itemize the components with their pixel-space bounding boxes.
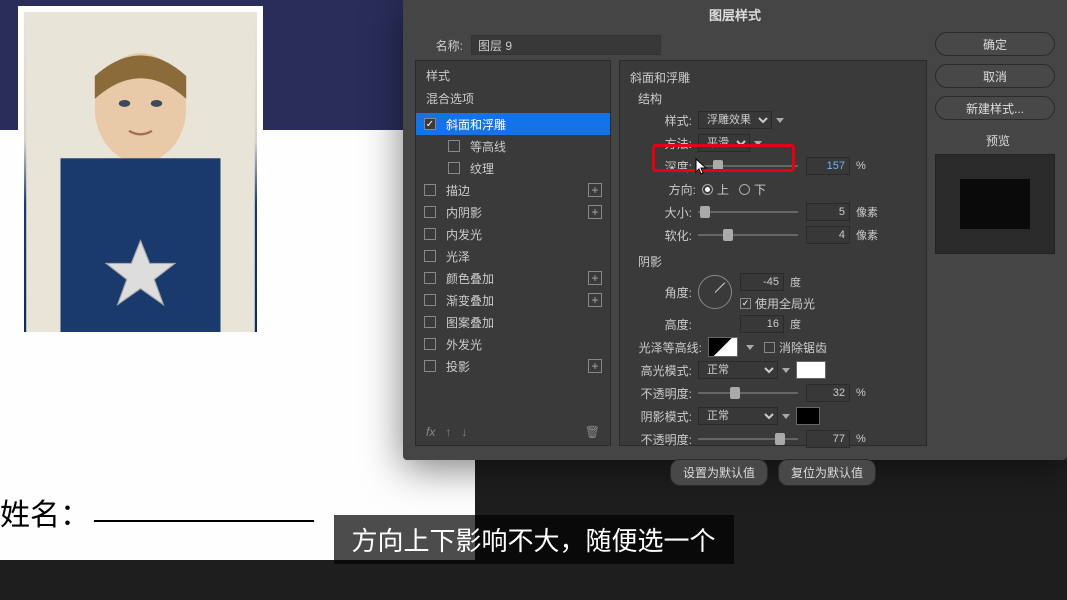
style-row: 样式:浮雕效果 <box>630 110 916 130</box>
dialog-buttons: 确定 取消 新建样式... 预览 <box>935 32 1055 149</box>
structure-title: 结构 <box>638 90 916 107</box>
highlight-opacity-row: 不透明度:% <box>630 383 916 403</box>
new-style-button[interactable]: 新建样式... <box>935 96 1055 120</box>
checkbox-icon[interactable] <box>424 338 436 350</box>
technique-row: 方法:平滑 <box>630 133 916 153</box>
chevron-down-icon <box>782 414 790 419</box>
plus-icon[interactable]: + <box>588 293 602 307</box>
arrow-down-icon[interactable]: ↓ <box>461 425 467 439</box>
direction-up-radio[interactable]: 上 <box>702 181 729 198</box>
angle-dial[interactable] <box>698 275 732 309</box>
photo-frame <box>18 6 263 338</box>
highlight-color-swatch[interactable] <box>796 361 826 379</box>
shading-title: 阴影 <box>638 253 916 270</box>
altitude-row: 高度:度 <box>630 314 916 334</box>
arrow-up-icon[interactable]: ↑ <box>445 425 451 439</box>
chevron-down-icon <box>782 368 790 373</box>
styles-list-panel: 样式 混合选项 斜面和浮雕 等高线 纹理 描边+ 内阴影+ 内发光 光泽 颜色叠… <box>415 60 611 446</box>
direction-down-radio[interactable]: 下 <box>739 181 766 198</box>
effect-drop-shadow[interactable]: 投影+ <box>416 355 610 377</box>
checkbox-icon[interactable] <box>424 316 436 328</box>
effect-inner-glow[interactable]: 内发光 <box>416 223 610 245</box>
blend-options[interactable]: 混合选项 <box>416 90 610 113</box>
shadow-opacity-input[interactable] <box>806 430 850 448</box>
layer-name-input[interactable] <box>471 35 661 55</box>
effect-bevel-emboss[interactable]: 斜面和浮雕 <box>416 113 610 135</box>
size-input[interactable] <box>806 203 850 221</box>
highlight-opacity-input[interactable] <box>806 384 850 402</box>
checkbox-icon[interactable] <box>424 250 436 262</box>
effect-inner-shadow[interactable]: 内阴影+ <box>416 201 610 223</box>
checkbox-icon[interactable] <box>424 294 436 306</box>
effect-contour[interactable]: 等高线 <box>416 135 610 157</box>
depth-input[interactable] <box>806 157 850 175</box>
direction-row: 方向: 上 下 <box>630 179 916 199</box>
plus-icon[interactable]: + <box>588 271 602 285</box>
plus-icon[interactable]: + <box>588 205 602 219</box>
angle-row: 角度: 度 使用全局光 <box>630 273 916 311</box>
highlight-mode-select[interactable]: 正常 <box>698 361 778 379</box>
chevron-down-icon <box>746 345 754 350</box>
styles-footer: fx ↑ ↓ 🗑 <box>416 419 610 445</box>
trash-icon[interactable]: 🗑 <box>585 425 600 439</box>
soften-slider[interactable] <box>698 228 798 242</box>
effect-color-overlay[interactable]: 颜色叠加+ <box>416 267 610 289</box>
soften-input[interactable] <box>806 226 850 244</box>
chevron-down-icon <box>776 118 784 123</box>
shadow-mode-select[interactable]: 正常 <box>698 407 778 425</box>
preview-thumbnail <box>935 154 1055 254</box>
antialiased-checkbox[interactable] <box>764 342 775 353</box>
shadow-mode-row: 阴影模式:正常 <box>630 406 916 426</box>
depth-row: 深度:% <box>630 156 916 176</box>
portrait-image <box>24 12 257 332</box>
size-row: 大小:像素 <box>630 202 916 222</box>
fx-icon[interactable]: fx <box>426 425 435 439</box>
bevel-settings-panel: 斜面和浮雕 结构 样式:浮雕效果 方法:平滑 深度:% 方向: 上 下 大小:像… <box>619 60 927 446</box>
name-label: 名称: <box>433 37 463 54</box>
checkbox-icon[interactable] <box>424 272 436 284</box>
shadow-opacity-slider[interactable] <box>698 432 798 446</box>
altitude-input[interactable] <box>740 315 784 333</box>
effect-outer-glow[interactable]: 外发光 <box>416 333 610 355</box>
chevron-down-icon <box>754 141 762 146</box>
angle-input[interactable] <box>740 273 784 291</box>
cancel-button[interactable]: 取消 <box>935 64 1055 88</box>
shadow-opacity-row: 不透明度:% <box>630 429 916 449</box>
checkbox-icon[interactable] <box>424 360 436 372</box>
checkbox-icon[interactable] <box>424 118 436 130</box>
depth-slider[interactable] <box>698 159 798 173</box>
dialog-title: 图层样式 <box>709 5 761 24</box>
technique-select[interactable]: 平滑 <box>698 134 750 152</box>
effect-pattern-overlay[interactable]: 图案叠加 <box>416 311 610 333</box>
checkbox-icon[interactable] <box>448 140 460 152</box>
gloss-contour-picker[interactable] <box>708 337 738 357</box>
checkbox-icon[interactable] <box>424 184 436 196</box>
size-slider[interactable] <box>698 205 798 219</box>
name-label: 姓名： <box>0 490 90 534</box>
gloss-contour-row: 光泽等高线:消除锯齿 <box>630 337 916 357</box>
global-light-checkbox[interactable] <box>740 298 751 309</box>
checkbox-icon[interactable] <box>424 206 436 218</box>
shadow-color-swatch[interactable] <box>796 407 820 425</box>
style-select[interactable]: 浮雕效果 <box>698 111 772 129</box>
styles-header: 样式 <box>416 61 610 90</box>
video-subtitle: 方向上下影响不大，随便选一个 <box>333 515 733 564</box>
highlight-opacity-slider[interactable] <box>698 386 798 400</box>
effect-stroke[interactable]: 描边+ <box>416 179 610 201</box>
ok-button[interactable]: 确定 <box>935 32 1055 56</box>
checkbox-icon[interactable] <box>448 162 460 174</box>
reset-default-button[interactable]: 复位为默认值 <box>778 459 876 486</box>
layer-style-dialog: 图层样式 名称: 样式 混合选项 斜面和浮雕 等高线 纹理 描边+ 内阴影+ 内… <box>403 0 1067 460</box>
make-default-button[interactable]: 设置为默认值 <box>670 459 768 486</box>
soften-row: 软化:像素 <box>630 225 916 245</box>
plus-icon[interactable]: + <box>588 183 602 197</box>
effect-gradient-overlay[interactable]: 渐变叠加+ <box>416 289 610 311</box>
checkbox-icon[interactable] <box>424 228 436 240</box>
highlight-mode-row: 高光模式:正常 <box>630 360 916 380</box>
bevel-title: 斜面和浮雕 <box>630 69 916 86</box>
name-underline <box>94 520 314 522</box>
effect-texture[interactable]: 纹理 <box>416 157 610 179</box>
plus-icon[interactable]: + <box>588 359 602 373</box>
effect-satin[interactable]: 光泽 <box>416 245 610 267</box>
